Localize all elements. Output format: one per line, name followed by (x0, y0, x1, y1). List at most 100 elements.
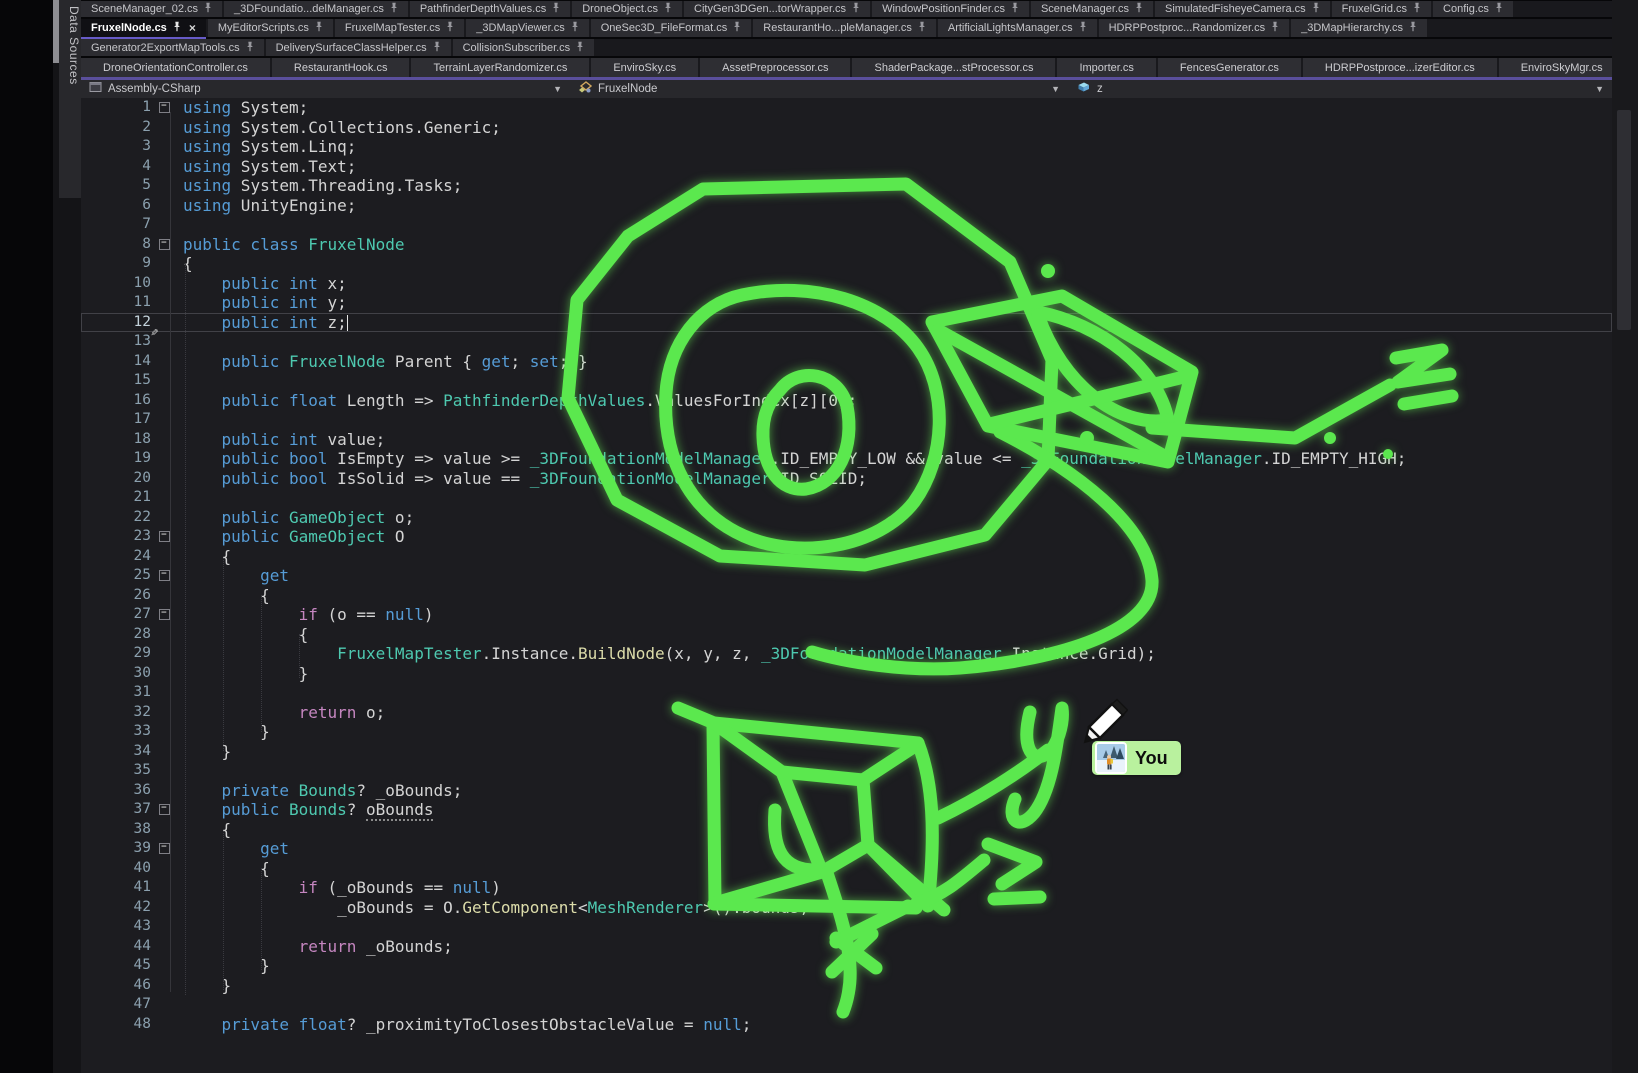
pin-icon[interactable] (1271, 21, 1279, 35)
code-text: using System.Threading.Tasks; (183, 176, 462, 196)
pin-icon[interactable] (390, 2, 398, 16)
tab-_3DFoundatio...delManager.cs[interactable]: _3DFoundatio...delManager.cs (224, 1, 408, 17)
member-dropdown[interactable]: z ▼ (1068, 80, 1612, 99)
tab-Importer.cs[interactable]: Importer.cs (1057, 58, 1155, 77)
close-icon[interactable]: × (189, 23, 196, 33)
pin-icon[interactable] (1135, 2, 1143, 16)
tab-RestaurantHo...pleManager.cs[interactable]: RestaurantHo...pleManager.cs (753, 19, 936, 37)
tab-label: SceneManager_02.cs (91, 3, 198, 15)
pin-icon[interactable] (733, 21, 741, 35)
tab-FruxelGrid.cs[interactable]: FruxelGrid.cs (1332, 1, 1431, 17)
participant-label: You (1092, 741, 1181, 775)
fold-marker-icon[interactable]: − (159, 102, 170, 113)
pin-icon[interactable] (1312, 2, 1320, 16)
tab-HDRPPostproce...izerEditor.cs[interactable]: HDRPPostproce...izerEditor.cs (1303, 58, 1497, 77)
pin-icon[interactable] (918, 21, 926, 35)
pin-icon[interactable] (571, 21, 579, 35)
tab-AssetPreprocessor.cs[interactable]: AssetPreprocessor.cs (700, 58, 850, 77)
tab-MyEditorScripts.cs[interactable]: MyEditorScripts.cs (208, 19, 333, 37)
code-editor[interactable]: 1−using System;2using System.Collections… (81, 98, 1612, 1073)
line-number: 29 (81, 644, 151, 664)
pencil-cursor-icon (1078, 696, 1128, 746)
pin-icon[interactable] (315, 21, 323, 35)
chevron-down-icon[interactable]: ▼ (553, 84, 562, 94)
tab-CollisionSubscriber.cs[interactable]: CollisionSubscriber.cs (453, 39, 595, 56)
fold-marker-icon[interactable]: − (159, 843, 170, 854)
tab-RestaurantHook.cs[interactable]: RestaurantHook.cs (272, 58, 410, 77)
tab-SceneManager.cs[interactable]: SceneManager.cs (1031, 1, 1153, 17)
pin-icon[interactable] (1413, 2, 1421, 16)
code-line-36: 36 private Bounds? _oBounds; (81, 781, 1612, 801)
pin-icon[interactable] (852, 2, 860, 16)
tab-_3DMapHierarchy.cs[interactable]: _3DMapHierarchy.cs (1291, 19, 1427, 37)
code-line-48: 48 private float? _proximityToClosestObs… (81, 1015, 1612, 1035)
tab-FruxelMapTester.cs[interactable]: FruxelMapTester.cs (335, 19, 464, 37)
tab-EnviroSky.cs[interactable]: EnviroSky.cs (591, 58, 698, 77)
tab-_3DMapViewer.cs[interactable]: _3DMapViewer.cs (466, 19, 588, 37)
tab-label: FruxelMapTester.cs (345, 22, 440, 34)
tab-label: FencesGenerator.cs (1180, 62, 1279, 74)
avatar (1095, 742, 1127, 774)
code-text: } (183, 722, 270, 742)
tab-DroneObject.cs[interactable]: DroneObject.cs (572, 1, 682, 17)
pin-icon[interactable] (246, 41, 254, 55)
tab-FruxelNode.cs[interactable]: FruxelNode.cs× (81, 19, 206, 37)
tab-WindowPositionFinder.cs[interactable]: WindowPositionFinder.cs (872, 1, 1029, 17)
pin-icon[interactable] (204, 2, 212, 16)
tab-TerrainLayerRandomizer.cs[interactable]: TerrainLayerRandomizer.cs (411, 58, 589, 77)
type-dropdown[interactable]: FruxelNode ▼ (570, 80, 1068, 99)
tab-FencesGenerator.cs[interactable]: FencesGenerator.cs (1158, 58, 1301, 77)
code-line-17: 17 (81, 410, 1612, 430)
tab-Config.cs[interactable]: Config.cs (1433, 1, 1513, 17)
pin-icon[interactable] (552, 2, 560, 16)
pin-icon[interactable] (173, 21, 181, 35)
tab-CityGen3DGen...torWrapper.cs[interactable]: CityGen3DGen...torWrapper.cs (684, 1, 870, 17)
fold-marker-icon[interactable]: − (159, 570, 170, 581)
pin-icon[interactable] (1079, 21, 1087, 35)
pin-icon[interactable] (446, 21, 454, 35)
tab-PathfinderDepthValues.cs[interactable]: PathfinderDepthValues.cs (410, 1, 570, 17)
tab-Generator2ExportMapTools.cs[interactable]: Generator2ExportMapTools.cs (81, 39, 264, 56)
tab-HDRPPostproc...Randomizer.cs[interactable]: HDRPPostproc...Randomizer.cs (1099, 19, 1290, 37)
project-dropdown[interactable]: Assembly-CSharp ▼ (81, 80, 570, 99)
tab-ArtificialLightsManager.cs[interactable]: ArtificialLightsManager.cs (938, 19, 1097, 37)
code-line-21: 21 (81, 488, 1612, 508)
tab-ShaderPackage...stProcessor.cs[interactable]: ShaderPackage...stProcessor.cs (852, 58, 1055, 77)
line-number: 34 (81, 742, 151, 762)
tab-label: HDRPPostproce...izerEditor.cs (1325, 62, 1475, 74)
chevron-down-icon[interactable]: ▼ (1051, 84, 1060, 94)
code-text: public bool IsEmpty => value >= _3DFound… (183, 449, 1406, 469)
tab-EnviroSkyMgr.cs[interactable]: EnviroSkyMgr.cs (1499, 58, 1625, 77)
tab-SceneManager_02.cs[interactable]: SceneManager_02.cs (81, 1, 222, 17)
data-sources-tab[interactable]: Data Sources (59, 0, 81, 198)
code-line-37: 37− public Bounds? oBounds (81, 800, 1612, 820)
fold-marker-icon[interactable]: − (159, 609, 170, 620)
code-text: using System.Linq; (183, 137, 356, 157)
pin-icon[interactable] (433, 41, 441, 55)
code-text: public GameObject o; (183, 508, 414, 528)
fold-marker-icon[interactable]: − (159, 531, 170, 542)
code-text: public bool IsSolid => value == _3DFound… (183, 469, 867, 489)
pin-icon[interactable] (1495, 2, 1503, 16)
code-text: public Bounds? oBounds (183, 800, 433, 820)
code-line-18: 18 public int value; (81, 430, 1612, 450)
tab-OneSec3D_FileFormat.cs[interactable]: OneSec3D_FileFormat.cs (591, 19, 752, 37)
pin-icon[interactable] (664, 2, 672, 16)
code-line-43: 43 (81, 917, 1612, 937)
code-line-10: 10 public int x; (81, 274, 1612, 294)
chevron-down-icon[interactable]: ▼ (1595, 84, 1604, 94)
fold-marker-icon[interactable]: − (159, 239, 170, 250)
code-line-39: 39− get (81, 839, 1612, 859)
pin-icon[interactable] (1011, 2, 1019, 16)
tab-label: DroneOrientationController.cs (103, 62, 248, 74)
tab-label: RestaurantHook.cs (294, 62, 388, 74)
tab-SimulatedFisheyeCamera.cs[interactable]: SimulatedFisheyeCamera.cs (1155, 1, 1330, 17)
pin-icon[interactable] (576, 41, 584, 55)
tab-label: ArtificialLightsManager.cs (948, 22, 1073, 34)
tab-DroneOrientationController.cs[interactable]: DroneOrientationController.cs (81, 58, 270, 77)
scrollbar-thumb[interactable] (1617, 110, 1631, 330)
line-number: 24 (81, 547, 151, 567)
fold-marker-icon[interactable]: − (159, 804, 170, 815)
pin-icon[interactable] (1409, 21, 1417, 35)
tab-DeliverySurfaceClassHelper.cs[interactable]: DeliverySurfaceClassHelper.cs (266, 39, 451, 56)
